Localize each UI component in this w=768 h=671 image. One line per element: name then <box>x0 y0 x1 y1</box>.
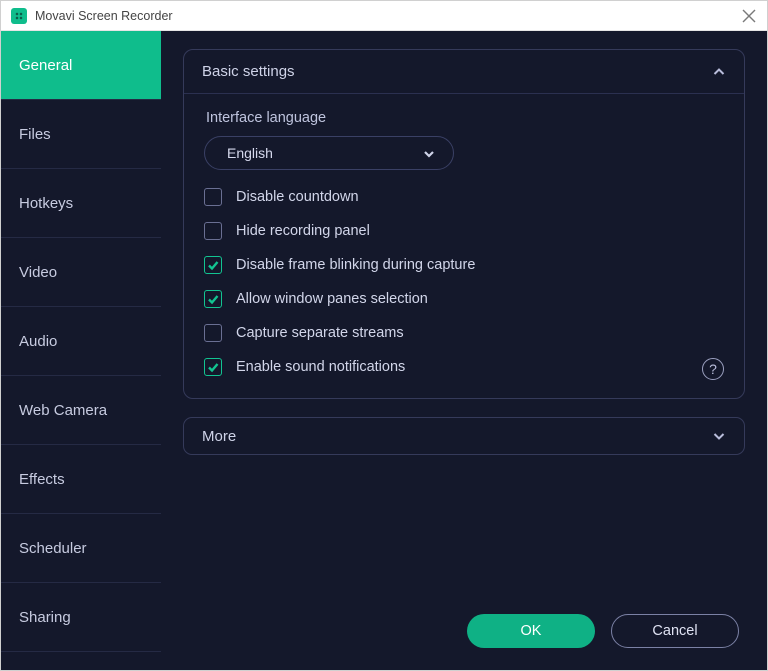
language-dropdown[interactable]: English <box>204 136 454 170</box>
option-label: Capture separate streams <box>236 325 404 341</box>
sidebar-item-video[interactable]: Video <box>1 238 161 307</box>
window-title: Movavi Screen Recorder <box>35 9 173 23</box>
checkbox[interactable] <box>204 222 222 240</box>
body: General Files Hotkeys Video Audio Web Ca… <box>1 31 767 670</box>
option-disable-frame-blinking: Disable frame blinking during capture <box>204 256 724 274</box>
language-label: Interface language <box>206 110 724 126</box>
chevron-down-icon <box>423 147 435 159</box>
checkbox[interactable] <box>204 290 222 308</box>
option-label: Hide recording panel <box>236 223 370 239</box>
sidebar-item-label: Audio <box>19 333 57 350</box>
app-window: Movavi Screen Recorder General Files Hot… <box>0 0 768 671</box>
sidebar-item-label: Web Camera <box>19 402 107 419</box>
sidebar-item-label: Video <box>19 264 57 281</box>
sidebar: General Files Hotkeys Video Audio Web Ca… <box>1 31 161 670</box>
option-enable-sound-notifications: Enable sound notifications ? <box>204 358 724 376</box>
checkbox[interactable] <box>204 358 222 376</box>
sidebar-item-files[interactable]: Files <box>1 100 161 169</box>
chevron-down-icon <box>712 429 726 443</box>
titlebar: Movavi Screen Recorder <box>1 1 767 31</box>
basic-settings-header[interactable]: Basic settings <box>184 50 744 94</box>
checkbox[interactable] <box>204 256 222 274</box>
basic-settings-body: Interface language English Disable count… <box>184 94 744 398</box>
option-allow-window-panes: Allow window panes selection <box>204 290 724 308</box>
app-icon <box>11 8 27 24</box>
sidebar-item-label: General <box>19 57 72 74</box>
more-panel-header[interactable]: More <box>183 417 745 455</box>
sidebar-item-audio[interactable]: Audio <box>1 307 161 376</box>
close-icon[interactable] <box>741 8 757 24</box>
sidebar-item-scheduler[interactable]: Scheduler <box>1 514 161 583</box>
cancel-button[interactable]: Cancel <box>611 614 739 648</box>
checkbox[interactable] <box>204 188 222 206</box>
panel-title: Basic settings <box>202 63 295 80</box>
sidebar-item-label: Scheduler <box>19 540 87 557</box>
option-label: Disable countdown <box>236 189 359 205</box>
option-label: Allow window panes selection <box>236 291 428 307</box>
basic-settings-panel: Basic settings Interface language Englis… <box>183 49 745 399</box>
sidebar-item-web-camera[interactable]: Web Camera <box>1 376 161 445</box>
sidebar-item-general[interactable]: General <box>1 31 161 100</box>
footer: OK Cancel <box>183 600 745 670</box>
sidebar-item-effects[interactable]: Effects <box>1 445 161 514</box>
sidebar-item-label: Sharing <box>19 609 71 626</box>
chevron-up-icon <box>712 65 726 79</box>
sidebar-item-hotkeys[interactable]: Hotkeys <box>1 169 161 238</box>
option-hide-recording-panel: Hide recording panel <box>204 222 724 240</box>
language-value: English <box>227 145 273 161</box>
sidebar-item-sharing[interactable]: Sharing <box>1 583 161 652</box>
sidebar-item-label: Effects <box>19 471 65 488</box>
panel-title: More <box>202 428 236 445</box>
main-panel: Basic settings Interface language Englis… <box>161 31 767 670</box>
option-disable-countdown: Disable countdown <box>204 188 724 206</box>
option-capture-separate-streams: Capture separate streams <box>204 324 724 342</box>
sidebar-item-label: Files <box>19 126 51 143</box>
help-icon[interactable]: ? <box>702 358 724 380</box>
checkbox[interactable] <box>204 324 222 342</box>
option-label: Disable frame blinking during capture <box>236 257 475 273</box>
option-label: Enable sound notifications <box>236 359 405 375</box>
ok-button[interactable]: OK <box>467 614 595 648</box>
sidebar-item-label: Hotkeys <box>19 195 73 212</box>
